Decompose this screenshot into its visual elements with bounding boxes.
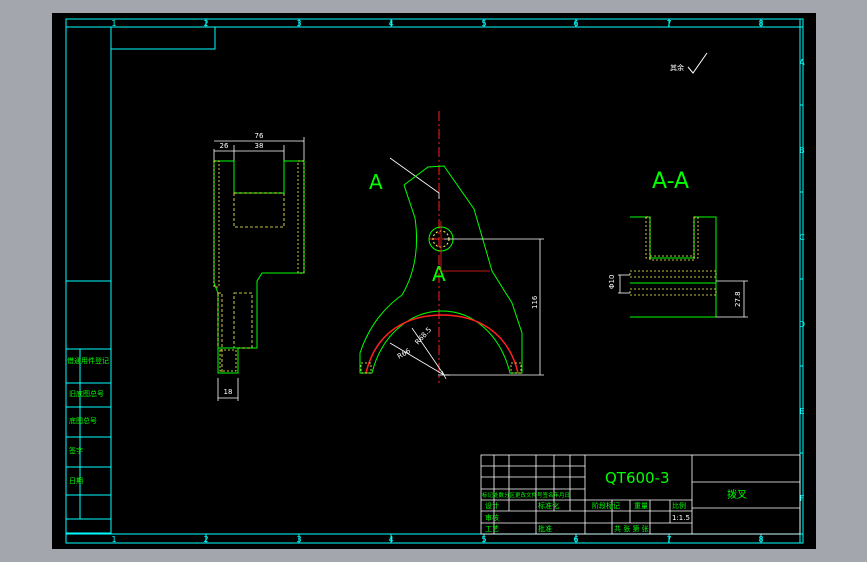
zone-col-label: 6 [573, 535, 578, 544]
section-mark-left: A [369, 170, 383, 194]
zone-col-label: 2 [203, 19, 208, 28]
side-label: 借通用件登记 [67, 356, 109, 365]
zone-col-label: 7 [666, 19, 671, 28]
side-label: 底图总号 [69, 416, 97, 425]
side-table: 借通用件登记 旧底图总号 底图总号 签字 日期 [67, 356, 109, 485]
process-label: 工艺 [485, 525, 499, 533]
front-view: A A R66 R68.5 116 [359, 111, 544, 383]
scale-value: 1:1.5 [672, 514, 690, 522]
zone-col-label: 1 [111, 535, 116, 544]
dim-bottom-width: 18 [224, 388, 233, 396]
approve-label: 批准 [538, 524, 552, 533]
zone-col-label: 8 [758, 19, 763, 28]
weight-label: 重量 [634, 502, 648, 510]
dim-height: 116 [531, 295, 539, 309]
roughness-symbol-icon [687, 52, 708, 74]
zone-row-label: F [800, 494, 805, 503]
material-label: QT600-3 [605, 469, 670, 487]
zone-col-label: 4 [388, 19, 393, 28]
drawing-name: 拨叉 [727, 488, 747, 501]
sheets-label: 共 张 第 张 [614, 524, 649, 533]
zone-row-label: B [799, 146, 805, 155]
zone-col-label: 2 [203, 535, 208, 544]
surface-note: 其余 [670, 52, 708, 74]
zone-col-label: 6 [573, 19, 578, 28]
dim-overall-width: 76 [255, 132, 264, 140]
designer-label: 设计 [485, 501, 499, 510]
zone-row-label: C [799, 233, 805, 242]
zone-col-label: 3 [296, 19, 301, 28]
zone-col-label: 1 [111, 19, 116, 28]
section-mark-right: A [432, 262, 446, 286]
dim-thickness: 27.8 [734, 291, 742, 307]
check-label: 审核 [485, 513, 499, 522]
zone-row-label: A [799, 58, 805, 67]
standard-label: 标准化 [538, 501, 559, 510]
cad-viewport[interactable]: 1 2 3 4 5 6 7 8 1 2 3 4 5 6 7 8 A B C D … [52, 13, 816, 549]
stage-mark-label: 阶段标记 [592, 501, 620, 510]
section-view: A-A 27.8 Φ10 [608, 169, 748, 318]
side-label: 旧底图总号 [69, 389, 104, 398]
zone-row-label: D [799, 320, 805, 329]
title-block-text: QT600-3 拨叉 标记处数分区更改文件号签名年月日 设计 标准化 审核 工艺… [482, 469, 747, 533]
zone-col-label: 4 [388, 535, 393, 544]
scale-label: 比例 [672, 501, 686, 510]
zone-col-label: 5 [481, 535, 486, 544]
left-view: 76 26 38 18 [213, 132, 305, 401]
surface-note-text: 其余 [670, 63, 684, 72]
side-label: 签字 [69, 446, 83, 455]
zone-col-label: 5 [481, 19, 486, 28]
dim-inner-radius: R66 [396, 347, 412, 361]
zone-row-label: E [799, 407, 804, 416]
zone-col-label: 3 [296, 535, 301, 544]
side-label: 日期 [69, 477, 83, 485]
dim-hole: Φ10 [608, 275, 616, 289]
section-title: A-A [652, 169, 689, 194]
dim-outer-radius: R68.5 [414, 326, 434, 347]
dim-slot-width: 38 [255, 142, 264, 150]
sign-marks-label: 标记处数分区更改文件号签名年月日 [482, 491, 570, 499]
dim-left-offset: 26 [220, 142, 229, 150]
drawing-canvas: 1 2 3 4 5 6 7 8 1 2 3 4 5 6 7 8 A B C D … [65, 18, 805, 544]
zone-col-label: 7 [666, 535, 671, 544]
zone-col-label: 8 [758, 535, 763, 544]
